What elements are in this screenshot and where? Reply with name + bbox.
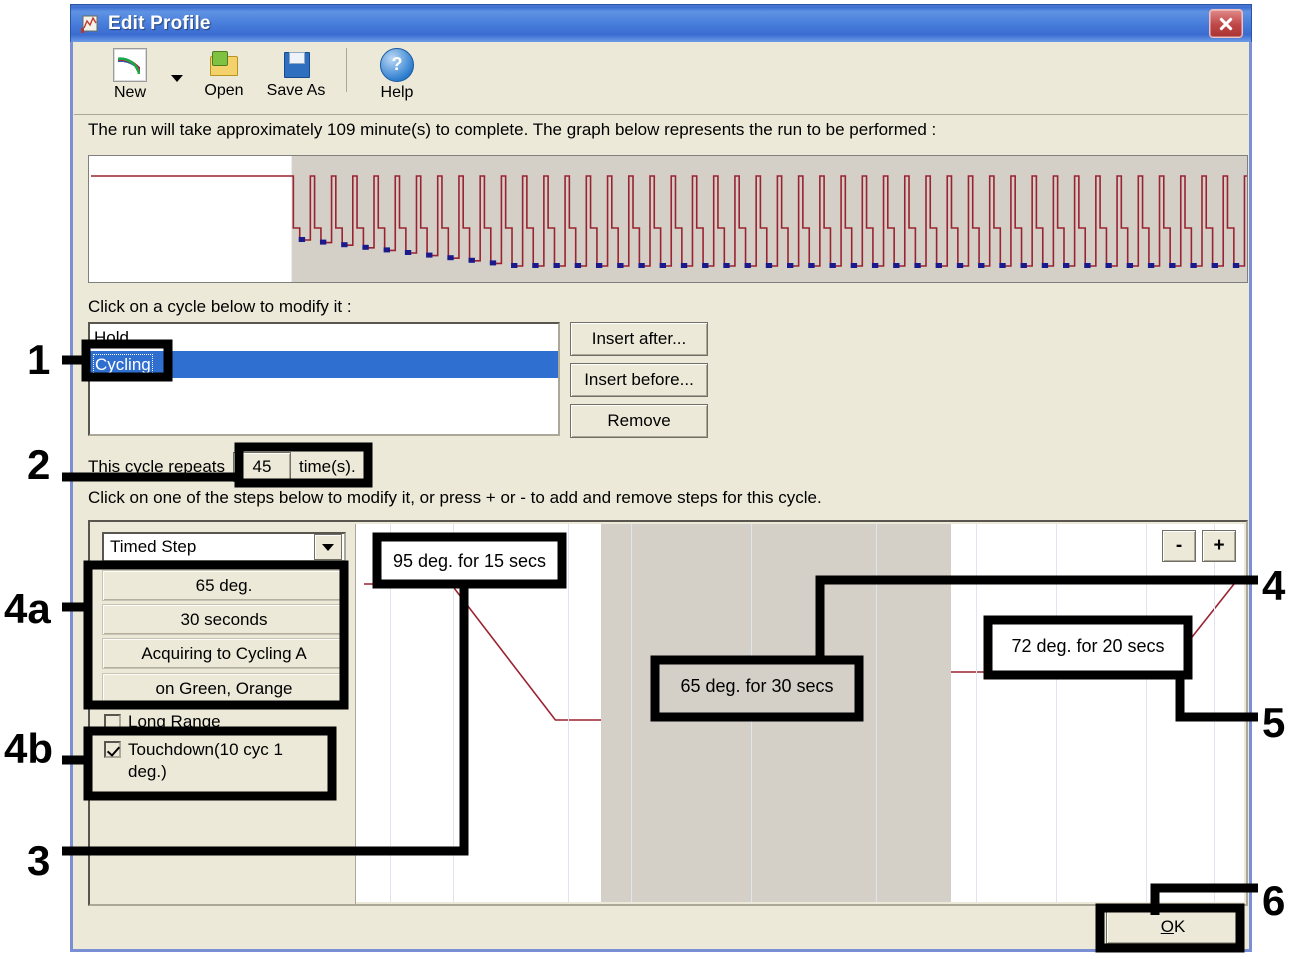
run-overview-svg xyxy=(89,156,1247,282)
callout-1: 1 xyxy=(27,336,51,383)
toolbar: New Open Save As Help xyxy=(74,42,1248,115)
step-parameters-pane: Timed Step 65 deg. 30 seconds Acquiring … xyxy=(92,524,356,904)
step-acquisition-button[interactable]: Acquiring to Cycling A xyxy=(102,638,346,669)
new-button-label: New xyxy=(113,84,146,101)
cycle-repeats-field[interactable]: 45 xyxy=(233,452,291,482)
chevron-down-icon[interactable] xyxy=(314,534,342,560)
zoom-out-button[interactable]: - xyxy=(1162,530,1196,562)
chart-gridline xyxy=(1214,524,1215,902)
callout-5: 5 xyxy=(1262,699,1286,746)
long-range-checkbox-box[interactable] xyxy=(104,714,121,731)
chart-gridline xyxy=(876,524,877,902)
step-type-dropdown[interactable]: Timed Step xyxy=(102,532,346,562)
cycle-list-item-cycling[interactable]: Cycling xyxy=(90,351,558,378)
run-overview-graph xyxy=(88,155,1248,283)
window-title: Edit Profile xyxy=(108,12,211,34)
chart-gridline xyxy=(1146,524,1147,902)
chart-gridline xyxy=(453,524,454,902)
step-type-value: Timed Step xyxy=(110,537,197,556)
step-channels-button[interactable]: on Green, Orange xyxy=(102,673,346,704)
ok-button[interactable]: OK xyxy=(1106,910,1240,944)
cycle-list-label: Click on a cycle below to modify it : xyxy=(88,297,352,316)
help-button[interactable]: Help xyxy=(361,42,433,106)
callout-4: 4 xyxy=(1262,562,1286,609)
chart-gridline xyxy=(1056,524,1057,902)
long-range-checkbox[interactable]: Long Range xyxy=(104,712,221,732)
cycle-repeats-prefix: This cycle repeats xyxy=(88,457,225,476)
step-duration-button[interactable]: 30 seconds xyxy=(102,604,346,635)
run-duration-text: The run will take approximately 109 minu… xyxy=(88,120,937,139)
step-temperature-button[interactable]: 65 deg. xyxy=(102,570,346,601)
close-icon[interactable] xyxy=(1209,9,1243,38)
cycle-list-item-hold-label: Hold xyxy=(94,328,129,347)
new-profile-icon xyxy=(113,48,147,82)
long-range-checkbox-label: Long Range xyxy=(128,712,221,731)
chart-gridline xyxy=(390,524,391,902)
help-question-icon xyxy=(380,48,414,82)
chart-annotation-label: 95 deg. for 15 secs xyxy=(392,551,547,571)
cycle-list[interactable]: Hold Cycling xyxy=(88,322,560,436)
insert-after-button[interactable]: Insert after... xyxy=(570,322,708,356)
chart-gridline xyxy=(631,524,632,902)
open-folder-icon xyxy=(208,48,240,80)
new-button[interactable]: New xyxy=(94,42,166,106)
chart-zoom-controls: - + xyxy=(1162,530,1236,562)
profile-icon xyxy=(80,14,100,34)
chart-gridline xyxy=(976,524,977,902)
help-button-label: Help xyxy=(380,84,414,101)
cycle-repeats-row: This cycle repeats 45 time(s). xyxy=(88,452,356,482)
callout-3: 3 xyxy=(27,837,51,884)
cycle-repeats-suffix: time(s). xyxy=(299,457,356,476)
save-as-button-label: Save As xyxy=(266,82,326,99)
chart-annotation-label: 72 deg. for 20 secs xyxy=(1011,636,1165,656)
chart-selected-step-shading xyxy=(601,524,951,902)
title-bar: Edit Profile xyxy=(70,4,1252,42)
ok-button-label: K xyxy=(1173,917,1186,936)
step-profile-chart[interactable]: - + xyxy=(356,524,1244,902)
touchdown-checkbox-label: Touchdown(10 cyc 1 deg.) xyxy=(128,740,283,781)
callout-4a: 4a xyxy=(4,585,51,632)
touchdown-checkbox-box[interactable] xyxy=(104,741,121,758)
zoom-in-button[interactable]: + xyxy=(1202,530,1236,562)
open-button[interactable]: Open xyxy=(188,42,260,106)
chart-gridline xyxy=(751,524,752,902)
cycle-list-item-hold[interactable]: Hold xyxy=(90,324,558,351)
steps-instruction-label: Click on one of the steps below to modif… xyxy=(88,488,822,507)
chart-annotation-label: 65 deg. for 30 secs xyxy=(680,676,834,696)
open-button-label: Open xyxy=(204,82,244,99)
toolbar-divider xyxy=(346,48,347,92)
callout-2: 2 xyxy=(27,441,51,488)
remove-button[interactable]: Remove xyxy=(570,404,708,438)
save-as-button[interactable]: Save As xyxy=(260,42,332,106)
chart-gridline xyxy=(568,524,569,902)
callout-6: 6 xyxy=(1262,877,1286,924)
floppy-disk-icon xyxy=(280,48,312,80)
touchdown-checkbox[interactable]: Touchdown(10 cyc 1 deg.) xyxy=(104,739,320,783)
ok-button-accelerator: O xyxy=(1160,917,1174,936)
step-editor-panel: Timed Step 65 deg. 30 seconds Acquiring … xyxy=(88,520,1248,906)
callout-4b: 4b xyxy=(4,725,54,772)
insert-before-button[interactable]: Insert before... xyxy=(570,363,708,397)
cycle-list-item-cycling-label: Cycling xyxy=(93,354,153,375)
new-dropdown-chevron-down-icon[interactable] xyxy=(166,42,188,110)
